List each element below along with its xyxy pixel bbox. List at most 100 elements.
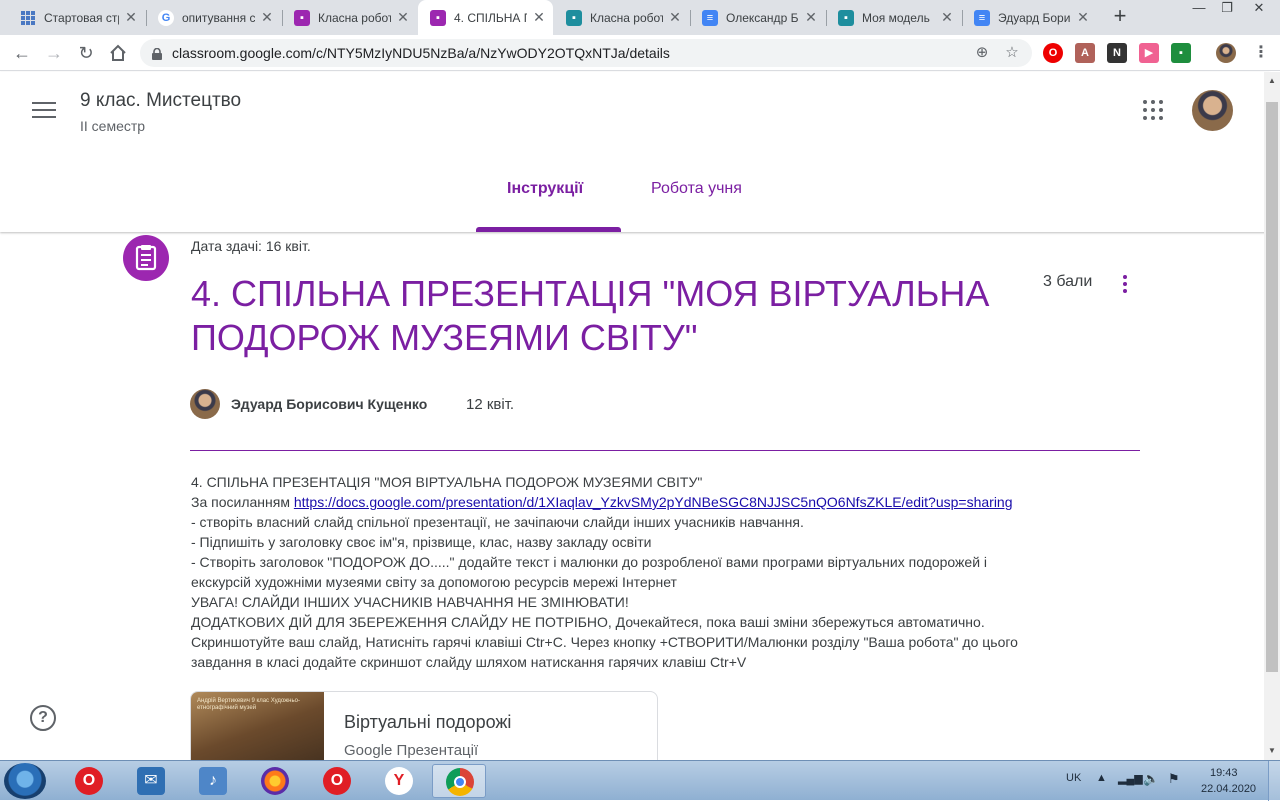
description-line: ДОДАТКОВИХ ДІЙ ДЛЯ ЗБЕРЕЖЕННЯ СЛАЙДУ НЕ … (191, 614, 985, 630)
close-icon[interactable]: ✕ (939, 9, 955, 26)
flag-icon[interactable]: ⚑ (1168, 771, 1180, 787)
author-avatar (190, 389, 220, 419)
browser-tab[interactable]: ≡ Эдуард Бори ✕ (962, 0, 1097, 35)
close-icon[interactable]: ✕ (803, 9, 819, 26)
posted-date: 12 квіт. (466, 396, 515, 413)
opera-extension-icon[interactable]: O (1043, 43, 1063, 63)
show-desktop-button[interactable] (1268, 761, 1280, 801)
reload-button[interactable]: ↻ (74, 41, 98, 65)
taskbar-app[interactable] (248, 764, 302, 798)
browser-tab[interactable]: ▪ Класна робота ✕ (282, 0, 417, 35)
thumbnail-text: Андрій Вертикевич 9 клас Художньо-етногр… (197, 698, 300, 711)
description-line: - створіть власний слайд спільної презен… (191, 514, 804, 530)
clock-date[interactable]: 22.04.2020 (1201, 783, 1256, 795)
account-avatar[interactable] (1192, 90, 1233, 131)
taskbar: O ✉ ♪ O Y UK ▲ ▂▄▆ 🔈 ⚑ 19:43 22.04.2020 (0, 760, 1280, 801)
close-icon[interactable]: ✕ (531, 9, 547, 26)
browser-toolbar: ← → ↻ classroom.google.com/c/NTY5MzIyNDU… (0, 35, 1280, 71)
scrollbar-thumb[interactable] (1266, 102, 1278, 672)
browser-tab[interactable]: ≡ Олександр Бо ✕ (690, 0, 825, 35)
browser-tab[interactable]: Стартовая стр ✕ (8, 0, 145, 35)
profile-avatar[interactable] (1216, 43, 1236, 63)
due-date: Дата здачі: 16 квіт. (191, 238, 311, 254)
speaker-icon: ♪ (199, 767, 227, 795)
classroom-icon: ▪ (430, 9, 446, 26)
taskbar-app[interactable]: O (62, 764, 116, 798)
tab-student-work[interactable]: Робота учня (651, 180, 742, 198)
zoom-icon[interactable]: ⊕ (972, 43, 992, 63)
tab-label: Олександр Бо (726, 10, 799, 25)
taskbar-app[interactable]: Y (372, 764, 426, 798)
divider (190, 450, 1140, 451)
close-window-button[interactable]: ✕ (1245, 0, 1273, 20)
browser-tab[interactable]: G опитування с ✕ (146, 0, 281, 35)
taskbar-app-active[interactable] (432, 764, 486, 798)
close-icon[interactable]: ✕ (1075, 9, 1091, 26)
apps-grid-icon[interactable] (1143, 100, 1163, 120)
taskbar-app[interactable]: ♪ (186, 764, 240, 798)
network-icon[interactable]: ▂▄▆ (1118, 772, 1143, 785)
close-icon[interactable]: ✕ (395, 9, 411, 26)
back-button[interactable]: ← (10, 41, 34, 65)
vpn-extension-icon[interactable]: N (1107, 43, 1127, 63)
new-tab-button[interactable]: + (1108, 5, 1132, 29)
chrome-menu-icon[interactable]: ⋮ (1251, 43, 1271, 63)
forward-button[interactable]: → (42, 41, 66, 65)
attachment-title: Віртуальні подорожі (344, 712, 512, 732)
start-button[interactable] (4, 763, 46, 799)
home-button[interactable] (106, 41, 130, 65)
browser-tab[interactable]: ▪ Класна робот ✕ (554, 0, 689, 35)
chrome-icon (446, 768, 474, 796)
tab-label: опитування с (182, 10, 255, 25)
minimize-button[interactable]: — (1185, 0, 1213, 20)
tab-label: Стартовая стр (44, 10, 119, 25)
presentation-link[interactable]: https://docs.google.com/presentation/d/1… (294, 494, 1013, 510)
tray-expand-icon[interactable]: ▲ (1096, 772, 1107, 784)
clock-time[interactable]: 19:43 (1210, 767, 1238, 779)
bookmark-star-icon[interactable]: ☆ (1002, 43, 1022, 63)
browser-tab-active[interactable]: ▪ 4. СПІЛЬНА ПР ✕ (418, 0, 553, 35)
close-icon[interactable]: ✕ (667, 9, 683, 26)
home-icon (110, 44, 126, 61)
description-line: УВАГА! СЛАЙДИ ІНШИХ УЧАСНИКІВ НАВЧАННЯ Н… (191, 594, 629, 610)
opera-icon: O (323, 767, 351, 795)
tab-instructions[interactable]: Інструкції (507, 180, 583, 198)
menu-icon[interactable] (32, 102, 56, 120)
close-icon[interactable]: ✕ (259, 9, 275, 26)
classroom-icon: ▪ (566, 9, 582, 26)
taskbar-app[interactable]: O (310, 764, 364, 798)
classroom-icon: ▪ (294, 9, 310, 26)
tab-label: Класна робот (590, 10, 663, 25)
grid-icon (20, 10, 36, 26)
address-bar[interactable]: classroom.google.com/c/NTY5MzIyNDU5NzBa/… (140, 39, 1032, 67)
yandex-icon: Y (385, 767, 413, 795)
active-tab-indicator (476, 227, 621, 232)
mail-icon: ✉ (137, 767, 165, 795)
opera-icon: O (75, 767, 103, 795)
restore-button[interactable]: ❐ (1213, 0, 1241, 20)
url-text: classroom.google.com/c/NTY5MzIyNDU5NzBa/… (172, 45, 670, 61)
tab-label: 4. СПІЛЬНА ПР (454, 10, 527, 25)
description-line: - Підпишіть у заголовку своє ім"я, прізв… (191, 534, 652, 550)
class-header: 9 клас. Мистецтво II семестр Інструкції … (0, 72, 1270, 232)
close-icon[interactable]: ✕ (123, 9, 139, 26)
scroll-up-icon[interactable]: ▲ (1267, 76, 1277, 86)
class-section: II семестр (80, 118, 146, 134)
classroom-extension-icon[interactable]: ▪ (1171, 43, 1191, 63)
help-icon[interactable]: ? (30, 705, 56, 731)
description-line: За посиланням https://docs.google.com/pr… (191, 494, 1013, 510)
volume-icon[interactable]: 🔈 (1143, 771, 1159, 787)
description-line: Скриншотуйте ваш слайд, Натисніть гарячі… (191, 634, 1018, 650)
browser-tab[interactable]: ▪ Моя модель ✕ (826, 0, 961, 35)
scroll-down-icon[interactable]: ▼ (1267, 746, 1277, 756)
classroom-icon: ▪ (838, 9, 854, 26)
assignment-icon (123, 235, 169, 281)
browser-tab-strip: Стартовая стр ✕ G опитування с ✕ ▪ Класн… (0, 0, 1280, 35)
pdf-extension-icon[interactable]: A (1075, 43, 1095, 63)
language-indicator[interactable]: UK (1066, 772, 1081, 784)
more-options-icon[interactable] (1115, 275, 1135, 299)
share-extension-icon[interactable]: ▶ (1139, 43, 1159, 63)
class-title[interactable]: 9 клас. Мистецтво (80, 90, 241, 112)
scrollbar[interactable]: ▲ ▼ (1264, 72, 1280, 760)
taskbar-app[interactable]: ✉ (124, 764, 178, 798)
